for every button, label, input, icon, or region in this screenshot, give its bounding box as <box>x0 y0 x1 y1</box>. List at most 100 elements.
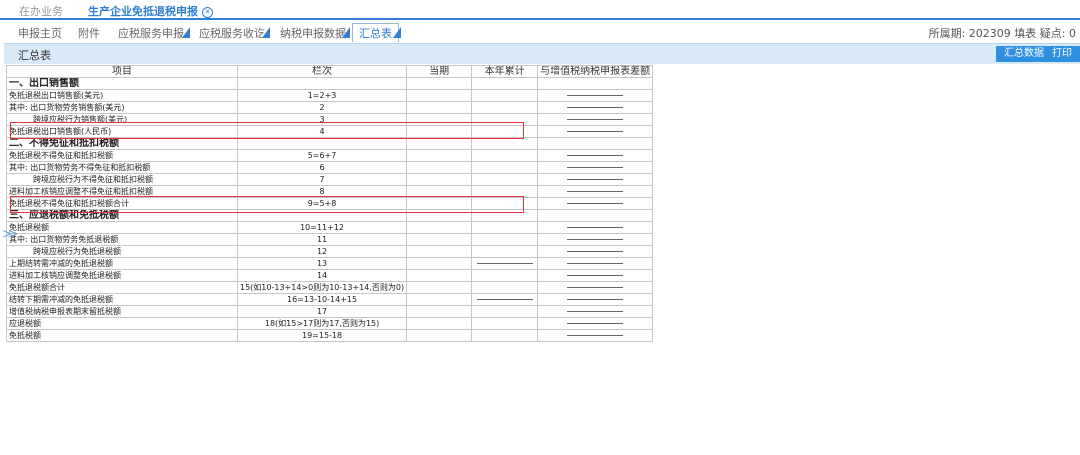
not-applicable-dash <box>476 299 533 300</box>
table-row: 跨境应税行为免抵退税额 12 <box>6 245 654 258</box>
table-row: 免抵退税额合计 15(如10-13+14>0则为10-13+14,否则为0) <box>6 281 654 294</box>
row-item-label: 上期结转需冲减的免抵退税额 <box>6 257 238 270</box>
not-applicable-dash <box>567 263 624 264</box>
year-to-date-cell[interactable] <box>471 149 539 162</box>
period-info: 所属期: 202309 填表 疑点: 0 <box>928 27 1076 40</box>
current-period-cell[interactable] <box>406 89 473 102</box>
row-item-label: 其中: 出口货物劳务免抵退税额 <box>6 233 238 246</box>
table-row: 免抵退税出口销售额(美元) 1=2+3 <box>6 89 654 102</box>
row-item-label: 免抵退税出口销售额(美元) <box>6 89 238 102</box>
tab-corner-icon <box>262 27 270 38</box>
table-row: 其中: 出口货物劳务免抵退税额 11 <box>6 233 654 246</box>
year-to-date-cell[interactable] <box>471 89 539 102</box>
year-to-date-cell[interactable] <box>471 245 539 258</box>
current-period-cell[interactable] <box>406 257 473 270</box>
year-to-date-cell[interactable] <box>471 305 539 318</box>
expand-arrow-icon[interactable]: >> <box>2 227 19 242</box>
year-to-date-cell[interactable] <box>471 329 539 342</box>
row-item-label: 免抵税额 <box>6 329 238 342</box>
vat-difference-cell <box>537 161 654 174</box>
current-period-cell[interactable] <box>406 281 473 294</box>
not-applicable-dash <box>567 191 624 192</box>
row-column-no: 13 <box>236 257 408 270</box>
row-column-no: 1=2+3 <box>236 89 408 102</box>
not-applicable-dash <box>567 287 624 288</box>
table-row: 结转下期需冲减的免抵退税额 16=13-10-14+15 <box>6 293 654 306</box>
table-row: 免抵退税额 10=11+12 <box>6 221 654 234</box>
current-period-cell[interactable] <box>406 317 473 330</box>
current-period-cell[interactable] <box>406 173 473 186</box>
not-applicable-dash <box>567 95 624 96</box>
current-period-cell[interactable] <box>406 245 473 258</box>
not-applicable-dash <box>567 299 624 300</box>
year-to-date-cell[interactable] <box>471 269 539 282</box>
table-header-row: 项目 栏次 当期 本年累计 与增值税纳税申报表差额 <box>6 65 654 78</box>
vat-difference-cell <box>537 113 654 126</box>
tab-summary[interactable]: 汇总表 <box>352 23 399 42</box>
tab-taxable-service-declaration[interactable]: 应税服务申报 <box>118 25 184 41</box>
current-period-cell[interactable] <box>406 269 473 282</box>
current-period-cell[interactable] <box>406 329 473 342</box>
vat-difference-cell <box>537 257 654 270</box>
current-period-cell[interactable] <box>406 305 473 318</box>
year-to-date-cell[interactable] <box>471 137 539 150</box>
year-to-date-cell[interactable] <box>471 233 539 246</box>
vat-difference-cell[interactable] <box>537 137 654 150</box>
current-period-cell[interactable] <box>406 221 473 234</box>
tab-declaration-home[interactable]: 申报主页 <box>18 25 62 41</box>
print-button[interactable]: 打印 <box>1044 46 1080 62</box>
current-period-cell[interactable] <box>406 293 473 306</box>
row-column-no: 15(如10-13+14>0则为10-13+14,否则为0) <box>236 281 408 294</box>
vat-difference-cell <box>537 305 654 318</box>
not-applicable-dash <box>567 275 624 276</box>
vat-difference-cell <box>537 221 654 234</box>
tab-taxable-service-received[interactable]: 应税服务收讫 <box>199 25 265 41</box>
vat-difference-cell <box>537 149 654 162</box>
not-applicable-dash <box>567 323 624 324</box>
table-row: 上期结转需冲减的免抵退税额 13 <box>6 257 654 270</box>
year-to-date-cell[interactable] <box>471 161 539 174</box>
row-item-label: 免抵退税额 <box>6 221 238 234</box>
year-to-date-cell[interactable] <box>471 173 539 186</box>
vat-difference-cell <box>537 317 654 330</box>
current-period-cell[interactable] <box>406 101 473 114</box>
year-to-date-cell[interactable] <box>471 77 539 90</box>
tab-export-tax-refund-declaration[interactable]: 生产企业免抵退税申报 ✕ <box>88 3 213 19</box>
year-to-date-cell[interactable] <box>471 101 539 114</box>
header-item: 项目 <box>6 65 238 78</box>
row-column-no: 18(如15>17则为17,否则为15) <box>236 317 408 330</box>
not-applicable-dash <box>567 131 624 132</box>
tab-in-progress-business[interactable]: 在办业务 <box>19 3 63 19</box>
tab-tax-return-data[interactable]: 纳税申报数据 <box>280 25 346 41</box>
vat-difference-cell <box>537 233 654 246</box>
year-to-date-cell <box>471 293 539 306</box>
vat-difference-cell[interactable] <box>537 209 654 222</box>
current-period-cell[interactable] <box>406 137 473 150</box>
current-period-cell[interactable] <box>406 161 473 174</box>
vat-difference-cell <box>537 293 654 306</box>
row-item-label: 跨境应税行为不得免征和抵扣税额 <box>6 173 238 186</box>
current-period-cell[interactable] <box>406 233 473 246</box>
table-row: 应退税额 18(如15>17则为17,否则为15) <box>6 317 654 330</box>
not-applicable-dash <box>567 227 624 228</box>
not-applicable-dash <box>567 335 624 336</box>
table-row: 跨境应税行为不得免征和抵扣税额 7 <box>6 173 654 186</box>
year-to-date-cell <box>471 257 539 270</box>
tab-label: 生产企业免抵退税申报 <box>88 5 198 18</box>
row-item-label: 一、出口销售额 <box>6 77 238 90</box>
row-column-no <box>236 137 408 150</box>
year-to-date-cell[interactable] <box>471 281 539 294</box>
header-year-to-date: 本年累计 <box>471 65 539 78</box>
close-icon[interactable]: ✕ <box>202 7 213 18</box>
header-column-no: 栏次 <box>236 65 408 78</box>
year-to-date-cell[interactable] <box>471 317 539 330</box>
not-applicable-dash <box>567 203 624 204</box>
year-to-date-cell[interactable] <box>471 221 539 234</box>
vat-difference-cell <box>537 101 654 114</box>
current-period-cell[interactable] <box>406 149 473 162</box>
current-period-cell[interactable] <box>406 77 473 90</box>
header-current-period: 当期 <box>406 65 473 78</box>
vat-difference-cell[interactable] <box>537 77 654 90</box>
vat-difference-cell <box>537 329 654 342</box>
tab-attachments[interactable]: 附件 <box>78 25 100 41</box>
